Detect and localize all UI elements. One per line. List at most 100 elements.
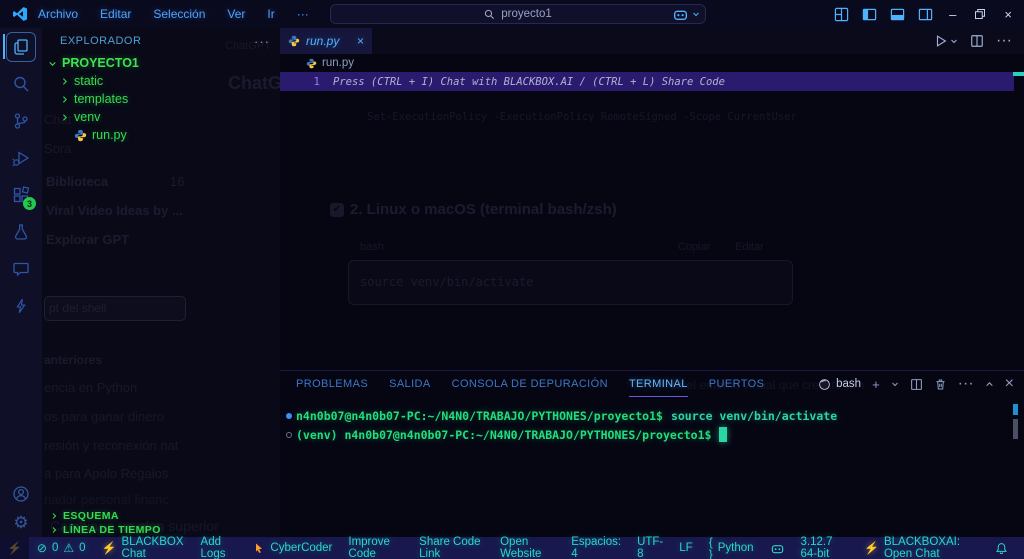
tab-runpy[interactable]: run.py × [280, 28, 372, 54]
ghost-text: os para ganar dinero [44, 409, 164, 424]
python-icon [74, 129, 87, 142]
outline-section[interactable]: ESQUEMA [42, 509, 280, 523]
terminal-view[interactable]: n4n0b07@n4n0b07-PC:~/N4N0/TRABAJO/PYTHON… [280, 397, 1024, 444]
terminal-dropdown-icon[interactable] [891, 380, 899, 388]
timeline-label: LÍNEA DE TIEMPO [63, 524, 161, 536]
interpreter-label: 3.12.7 64-bit [801, 536, 848, 559]
panel-tab-puertos[interactable]: PUERTOS [709, 371, 765, 397]
panel-tab-terminal[interactable]: TERMINAL [629, 371, 688, 397]
maximize-panel-icon[interactable] [985, 380, 994, 389]
run-python-icon[interactable] [934, 34, 958, 48]
share-code-link-label: Share Code Link [419, 536, 484, 559]
blackbox-open-chat-label: BLACKBOXAI: Open Chat [884, 536, 979, 559]
language-status[interactable]: { } Python [701, 537, 762, 559]
menu-ver[interactable]: Ver [227, 7, 245, 21]
improve-code-button[interactable]: Improve Code [340, 537, 411, 559]
copilot-robot-icon[interactable] [672, 6, 700, 23]
search-query: proyecto1 [501, 8, 552, 20]
toggle-panel-icon[interactable] [890, 7, 905, 22]
terminal-scrollbar-thumb[interactable] [1013, 419, 1018, 439]
add-logs-label: Add Logs [201, 536, 238, 559]
panel-tab-consola[interactable]: CONSOLA DE DEPURACIÓN [452, 371, 608, 397]
tab-label: run.py [306, 34, 339, 48]
source-control-icon[interactable] [3, 102, 39, 139]
warning-count: 0 [79, 542, 85, 554]
window-controls: – × [949, 7, 1012, 22]
add-logs-button[interactable]: Add Logs [193, 537, 246, 559]
blackbox-open-chat-button[interactable]: ⚡ BLACKBOXAI: Open Chat [856, 537, 987, 559]
toggle-secondary-sidebar-icon[interactable] [918, 7, 933, 22]
account-icon[interactable] [11, 484, 31, 504]
panel-tab-salida[interactable]: SALIDA [389, 371, 431, 397]
robot-icon [770, 541, 785, 556]
overview-ruler-mark [1013, 72, 1024, 76]
remote-indicator[interactable]: ⚡ [0, 537, 29, 559]
notifications-bell-icon[interactable] [987, 537, 1016, 559]
menu-seleccion[interactable]: Selección [153, 7, 205, 21]
remote-icon: ⚡ [7, 541, 22, 555]
menu-ir[interactable]: Ir [267, 7, 274, 21]
tree-folder-templates[interactable]: templates [42, 90, 280, 108]
settings-gear-icon[interactable]: ⚙ [13, 514, 28, 531]
tree-folder-static[interactable]: static [42, 72, 280, 90]
close-icon[interactable]: × [1004, 7, 1012, 22]
menu-more[interactable]: ··· [297, 7, 309, 21]
split-terminal-icon[interactable] [910, 378, 923, 391]
extensions-icon[interactable]: 3 [3, 176, 39, 213]
search-icon [484, 9, 495, 20]
chevron-down-icon [48, 59, 57, 68]
bottom-panel: en el entorno virtual que creaste con PR… [280, 370, 1024, 537]
customize-layout-icon[interactable] [834, 7, 849, 22]
warning-icon: ⚠ [63, 542, 74, 554]
eol-status[interactable]: LF [671, 537, 700, 559]
testing-icon[interactable] [3, 213, 39, 250]
panel-tab-problemas[interactable]: PROBLEMAS [296, 371, 368, 397]
encoding-status[interactable]: UTF-8 [629, 537, 671, 559]
status-left: ⊘ 0 ⚠ 0 ⚡ BLACKBOX Chat Add Logs CyberCo… [29, 537, 563, 559]
search-view-icon[interactable] [3, 65, 39, 102]
menu-bar: Archivo Editar Selección Ver Ir ··· [38, 7, 309, 21]
tree-folder-venv[interactable]: venv [42, 108, 280, 126]
improve-code-label: Improve Code [348, 536, 403, 559]
command-center-search[interactable]: proyecto1 [330, 4, 706, 24]
panel-more-icon[interactable]: ··· [958, 375, 974, 393]
vscode-window: Archivo Editar Selección Ver Ir ··· ← → … [0, 0, 1024, 559]
close-panel-icon[interactable]: × [1005, 375, 1014, 393]
explorer-icon[interactable] [3, 28, 39, 65]
restore-icon[interactable] [974, 8, 986, 20]
python-interpreter-status[interactable]: 3.12.7 64-bit [793, 537, 856, 559]
chevron-right-icon [50, 512, 58, 520]
tab-close-icon[interactable]: × [357, 34, 364, 48]
new-terminal-icon[interactable]: + [872, 377, 880, 392]
toggle-sidebar-icon[interactable] [862, 7, 877, 22]
file-tree: PROYECTO1 static templates venv run.py [42, 54, 280, 144]
code-editor[interactable]: 1 Press (CTRL + I) Chat with BLACKBOX.AI… [280, 72, 1024, 370]
sidebar-more-icon[interactable]: ··· [254, 34, 270, 49]
chevron-right-icon [60, 113, 69, 122]
blackbox-robot-status[interactable] [762, 537, 793, 559]
indentation-status[interactable]: Espacios: 4 [563, 537, 629, 559]
editor-more-icon[interactable]: ··· [996, 32, 1012, 50]
problems-status[interactable]: ⊘ 0 ⚠ 0 [29, 537, 94, 559]
blackbox-lightning-icon[interactable] [3, 287, 39, 324]
tree-file-runpy[interactable]: run.py [42, 126, 280, 144]
active-terminal[interactable]: bash [818, 378, 861, 391]
open-website-button[interactable]: Open Website [492, 537, 563, 559]
menu-editar[interactable]: Editar [100, 7, 131, 21]
blackbox-chat-button[interactable]: ⚡ BLACKBOX Chat [94, 537, 193, 559]
panel-controls: bash + ··· × [818, 371, 1014, 397]
timeline-section[interactable]: LÍNEA DE TIEMPO [42, 523, 280, 537]
kill-terminal-icon[interactable] [934, 378, 947, 391]
menu-archivo[interactable]: Archivo [38, 7, 78, 21]
chat-view-icon[interactable] [3, 250, 39, 287]
minimize-icon[interactable]: – [949, 7, 956, 22]
cybercoder-button[interactable]: CyberCoder [245, 537, 340, 559]
terminal-cursor [719, 427, 727, 442]
python-icon [288, 35, 300, 47]
split-editor-icon[interactable] [970, 34, 984, 48]
run-debug-icon[interactable] [3, 139, 39, 176]
tree-root-proyecto1[interactable]: PROYECTO1 [42, 54, 280, 72]
breadcrumb[interactable]: run.py [280, 54, 1024, 72]
share-code-link-button[interactable]: Share Code Link [411, 537, 492, 559]
sidebar-bottom-views: ESQUEMA LÍNEA DE TIEMPO [42, 509, 280, 537]
